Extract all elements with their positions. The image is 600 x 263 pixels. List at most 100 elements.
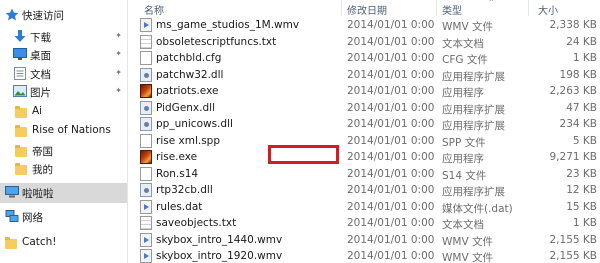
nav-folder-diguo[interactable]: 帝国 bbox=[0, 141, 127, 161]
file-name: pp_unicows.dll bbox=[156, 118, 233, 130]
folder-icon bbox=[5, 237, 19, 252]
desktop-icon bbox=[13, 48, 27, 61]
file-size: 1 KB bbox=[572, 217, 597, 229]
text-file-icon bbox=[140, 34, 152, 49]
file-name: patchw32.dll bbox=[156, 68, 224, 81]
nav-folder-rise-of-nations[interactable]: Rise of Nations bbox=[0, 121, 127, 141]
file-size: 2,338 KB bbox=[549, 19, 598, 31]
exe-icon bbox=[140, 150, 152, 164]
dll-icon bbox=[140, 67, 152, 82]
highlight-box bbox=[268, 145, 339, 164]
pin-icon: ✦ bbox=[115, 68, 122, 77]
nav-label: 啦啦啦 bbox=[22, 188, 54, 200]
file-date: 2014/01/01 0:00 bbox=[347, 35, 435, 48]
file-name: obsoletescriptfuncs.txt bbox=[156, 35, 277, 48]
nav-this-pc[interactable]: 啦啦啦 bbox=[0, 183, 127, 203]
file-type: WMV 文件 bbox=[442, 252, 493, 263]
pictures-icon bbox=[13, 85, 27, 98]
nav-label: 下载 bbox=[30, 32, 51, 44]
file-name: rules.dat bbox=[156, 200, 203, 213]
file-date: 2014/01/01 0:00 bbox=[347, 250, 435, 262]
pin-icon: ✦ bbox=[115, 31, 122, 40]
file-date: 2014/01/01 0:00 bbox=[347, 134, 435, 147]
file-icon bbox=[140, 133, 152, 148]
star-icon bbox=[5, 8, 19, 21]
file-icon bbox=[140, 51, 152, 65]
file-name: skybox_intro_1920.wmv bbox=[156, 250, 283, 262]
file-name: rise xml.spp bbox=[156, 134, 220, 147]
pin-icon: ✦ bbox=[115, 86, 122, 95]
column-resizer[interactable] bbox=[436, 0, 437, 16]
nav-label: Catch! bbox=[22, 236, 57, 248]
file-icon bbox=[140, 166, 152, 181]
text-file-icon bbox=[140, 216, 152, 230]
pin-icon: ✦ bbox=[115, 49, 122, 58]
nav-label: Rise of Nations bbox=[32, 124, 111, 136]
column-resizer[interactable] bbox=[341, 0, 342, 16]
file-size: 5 KB bbox=[572, 134, 597, 147]
documents-icon bbox=[14, 67, 28, 80]
sort-chevron-icon: ⌃ bbox=[488, 0, 495, 7]
nav-quick-access[interactable]: 快速访问 bbox=[0, 5, 127, 25]
dll-icon bbox=[140, 100, 152, 115]
network-icon bbox=[5, 210, 19, 223]
nav-documents[interactable]: 文档 ✦ bbox=[0, 64, 127, 84]
file-date: 2014/01/01 0:00 bbox=[347, 217, 435, 229]
media-icon bbox=[140, 18, 152, 32]
file-size: 12 KB bbox=[566, 184, 597, 196]
media-icon bbox=[140, 199, 152, 214]
folder-icon bbox=[15, 125, 29, 140]
file-size: 47 KB bbox=[566, 101, 597, 114]
nav-folder-catch[interactable]: Catch! bbox=[0, 233, 127, 253]
file-row[interactable]: skybox_intro_1920.wmv 2014/01/01 0:00 WM… bbox=[128, 246, 600, 263]
file-date: 2014/01/01 0:00 bbox=[347, 68, 435, 81]
file-size: 15 KB bbox=[566, 200, 597, 213]
nav-folder-ai[interactable]: Ai bbox=[0, 102, 127, 122]
nav-label: 我的 bbox=[32, 164, 53, 176]
file-name: patriots.exe bbox=[156, 85, 219, 97]
nav-pictures[interactable]: 图片 ✦ bbox=[0, 82, 127, 102]
file-date: 2014/01/01 0:00 bbox=[347, 19, 435, 31]
nav-label: 网络 bbox=[22, 212, 43, 224]
file-name: ms_game_studios_1M.wmv bbox=[156, 19, 300, 31]
file-size: 198 KB bbox=[559, 68, 597, 81]
file-date: 2014/01/01 0:00 bbox=[347, 233, 435, 246]
media-icon bbox=[140, 249, 152, 263]
nav-desktop[interactable]: 桌面 ✦ bbox=[0, 45, 127, 65]
folder-icon bbox=[15, 163, 29, 178]
nav-label: 帝国 bbox=[32, 146, 53, 158]
computer-icon bbox=[5, 186, 19, 199]
nav-network[interactable]: 网络 bbox=[0, 207, 127, 227]
folder-icon bbox=[15, 106, 29, 121]
nav-downloads[interactable]: 下载 ✦ bbox=[0, 27, 127, 47]
column-header: ⌃ 名称 修改日期 类型 大小 bbox=[128, 0, 600, 17]
file-date: 2014/01/01 0:00 bbox=[347, 52, 435, 64]
file-name: patchbld.cfg bbox=[156, 52, 222, 64]
media-icon bbox=[140, 232, 152, 247]
dll-icon bbox=[140, 183, 152, 197]
file-date: 2014/01/01 0:00 bbox=[347, 118, 435, 130]
file-name: rtp32cb.dll bbox=[156, 184, 213, 196]
nav-folder-wode[interactable]: 我的 bbox=[0, 159, 127, 179]
file-size: 2,155 KB bbox=[549, 233, 598, 246]
file-size: 1 KB bbox=[572, 52, 597, 64]
file-name: Ron.s14 bbox=[156, 167, 199, 180]
file-size: 23 KB bbox=[566, 167, 597, 180]
file-size: 2,155 KB bbox=[549, 250, 598, 262]
file-size: 2,263 KB bbox=[549, 85, 598, 97]
file-name: PidGenx.dll bbox=[156, 101, 215, 114]
file-date: 2014/01/01 0:00 bbox=[347, 101, 435, 114]
file-name: skybox_intro_1440.wmv bbox=[156, 233, 283, 246]
nav-label: 桌面 bbox=[30, 50, 51, 62]
nav-label: 图片 bbox=[30, 87, 51, 99]
nav-label: Ai bbox=[32, 105, 43, 117]
file-size: 234 KB bbox=[559, 118, 597, 130]
file-size: 9,271 KB bbox=[549, 151, 598, 163]
file-name: rise.exe bbox=[156, 151, 198, 163]
column-resizer[interactable] bbox=[528, 0, 529, 16]
nav-label: 快速访问 bbox=[22, 10, 64, 22]
download-icon bbox=[14, 30, 28, 43]
file-date: 2014/01/01 0:00 bbox=[347, 184, 435, 196]
file-date: 2014/01/01 0:00 bbox=[347, 167, 435, 180]
navigation-pane: 快速访问 下载 ✦ 桌面 ✦ 文档 ✦ 图片 ✦ Ai Rise of Nati… bbox=[0, 0, 127, 263]
